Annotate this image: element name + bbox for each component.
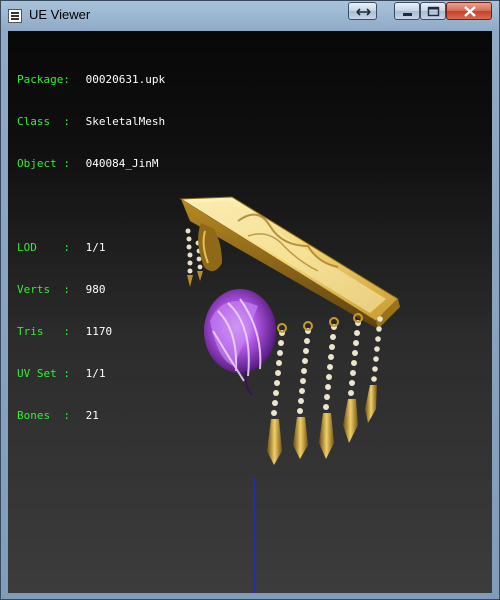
window-title: UE Viewer	[29, 7, 91, 22]
mesh-render	[179, 196, 400, 593]
minimize-button[interactable]	[394, 2, 420, 20]
app-window: UE Viewer Package: 00020631.upk Class: …	[0, 0, 500, 600]
title-bar[interactable]: UE Viewer	[1, 1, 499, 31]
maximize-button[interactable]	[420, 2, 446, 20]
app-icon	[8, 9, 22, 23]
render-viewport[interactable]: Package: 00020631.upk Class : SkeletalMe…	[8, 31, 492, 593]
minimize-icon	[403, 13, 412, 16]
maximize-icon	[427, 6, 440, 17]
right-chains	[267, 313, 383, 465]
close-icon	[464, 6, 476, 17]
swap-button[interactable]	[348, 2, 377, 20]
hair-mesh	[204, 289, 276, 396]
close-button[interactable]	[446, 2, 492, 20]
swap-icon	[356, 8, 371, 16]
